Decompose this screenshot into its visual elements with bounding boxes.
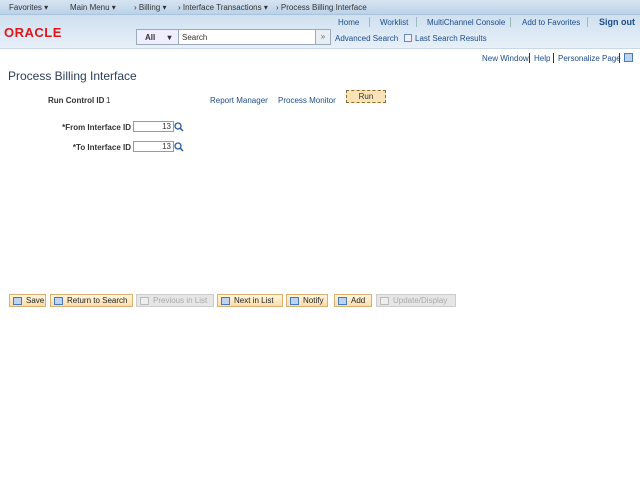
- search-scope-select[interactable]: All ▾: [137, 30, 179, 44]
- to-lookup-icon[interactable]: [174, 142, 184, 152]
- personalize-page-link[interactable]: Personalize Page: [558, 54, 621, 63]
- next-in-list-button[interactable]: Next in List: [217, 294, 283, 307]
- search-input[interactable]: Search: [179, 30, 329, 44]
- previous-in-list-button[interactable]: Previous in List: [136, 294, 214, 307]
- search-go-button[interactable]: »: [315, 29, 331, 45]
- notify-button[interactable]: Notify: [286, 294, 328, 307]
- nav-bar: Favorites ▾ Main Menu ▾ › Billing ▾ › In…: [0, 0, 640, 15]
- new-window-link[interactable]: New Window: [482, 54, 529, 63]
- favorites-menu[interactable]: Favorites ▾: [9, 3, 48, 12]
- from-interface-id-label: *From Interface ID: [62, 123, 131, 132]
- help-link[interactable]: Help: [534, 54, 550, 63]
- oracle-logo: ORACLE: [4, 25, 62, 40]
- report-manager-link[interactable]: Report Manager: [210, 96, 268, 105]
- breadcrumb-current: › Process Billing Interface: [276, 3, 367, 12]
- next-icon: [221, 296, 230, 305]
- save-button[interactable]: Save: [9, 294, 46, 307]
- worklist-link[interactable]: Worklist: [380, 18, 408, 27]
- advanced-search-link[interactable]: Advanced Search: [335, 34, 398, 43]
- update-display-icon: [380, 296, 389, 305]
- save-icon: [13, 296, 22, 305]
- search-bar: All ▾ Search: [136, 29, 330, 45]
- run-button[interactable]: Run: [346, 90, 386, 103]
- last-search-results-icon: [404, 34, 412, 42]
- to-interface-id-label: *To Interface ID: [72, 143, 131, 152]
- run-control-value: 1: [106, 96, 111, 105]
- breadcrumb-billing[interactable]: › Billing ▾: [134, 3, 166, 12]
- add-button[interactable]: Add: [334, 294, 372, 307]
- sign-out-link[interactable]: Sign out: [599, 17, 635, 27]
- previous-icon: [140, 296, 149, 305]
- add-to-favorites-link[interactable]: Add to Favorites: [522, 18, 580, 27]
- return-search-icon: [54, 296, 63, 305]
- update-display-button[interactable]: Update/Display: [376, 294, 456, 307]
- last-search-results-link[interactable]: Last Search Results: [415, 34, 487, 43]
- to-interface-id-input[interactable]: 13: [133, 141, 174, 152]
- notify-icon: [290, 296, 299, 305]
- multichannel-console-link[interactable]: MultiChannel Console: [427, 18, 505, 27]
- add-icon: [338, 296, 347, 305]
- process-monitor-link[interactable]: Process Monitor: [278, 96, 336, 105]
- home-link[interactable]: Home: [338, 18, 359, 27]
- page-settings-icon[interactable]: [624, 53, 633, 62]
- return-to-search-button[interactable]: Return to Search: [50, 294, 133, 307]
- breadcrumb-interface-transactions[interactable]: › Interface Transactions ▾: [178, 3, 268, 12]
- from-lookup-icon[interactable]: [174, 122, 184, 132]
- run-control-label: Run Control ID: [48, 96, 105, 105]
- main-menu[interactable]: Main Menu ▾: [70, 3, 116, 12]
- from-interface-id-input[interactable]: 13: [133, 121, 174, 132]
- page-title: Process Billing Interface: [8, 69, 137, 83]
